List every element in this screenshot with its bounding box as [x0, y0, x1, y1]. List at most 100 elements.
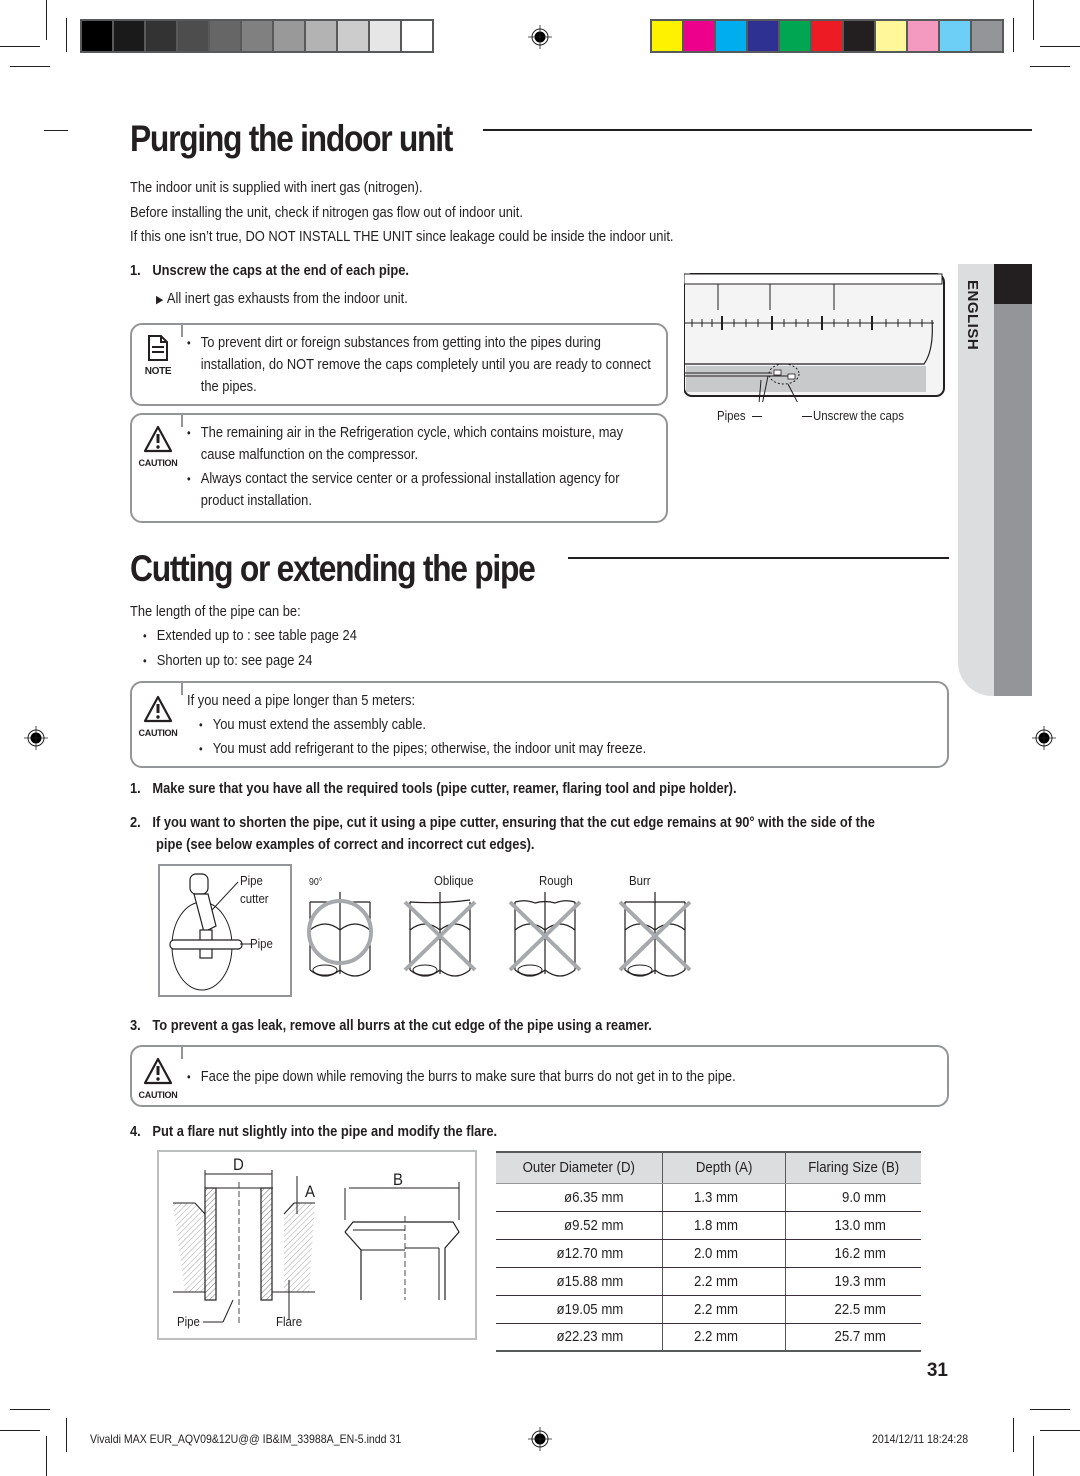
incorrect-cut-example — [403, 892, 477, 977]
section-title-purging: Purging the indoor unit — [130, 118, 453, 159]
caution-item: You must extend the assembly cable. — [199, 714, 646, 736]
flare-size-table: Outer Diameter (D) Depth (A) Flaring Siz… — [496, 1151, 921, 1352]
grayscale-swatch — [178, 21, 208, 51]
box-tick — [181, 1045, 183, 1059]
crop-mark — [0, 46, 40, 47]
table-cell: 2.2 mm — [661, 1295, 786, 1324]
crop-mark — [1013, 1418, 1014, 1452]
crop-mark — [66, 18, 67, 52]
table-cell: 2.0 mm — [661, 1239, 786, 1268]
table-cell: 25.7 mm — [785, 1323, 921, 1352]
caution-label: CAUTION — [138, 1090, 178, 1100]
crop-mark — [1033, 1436, 1034, 1476]
table-row: ø15.88 mm 2.2 mm 19.3 mm — [496, 1267, 921, 1296]
color-swatch — [940, 21, 970, 51]
step-text: Make sure that you have all the required… — [152, 780, 737, 797]
title-rule — [483, 129, 1032, 131]
crop-mark — [10, 1409, 50, 1410]
caution-item: Face the pipe down while removing the bu… — [187, 1066, 736, 1088]
step-number: 2. — [130, 814, 141, 831]
angle-label: 90° — [309, 877, 323, 888]
grayscale-swatch — [274, 21, 304, 51]
table-cell: ø6.35 mm — [496, 1183, 663, 1212]
caution-box-long-pipe: CAUTION If you need a pipe longer than 5… — [130, 681, 949, 768]
indoor-unit-illustration — [684, 273, 945, 402]
color-swatch — [748, 21, 778, 51]
caution-icon-group: CAUTION — [138, 695, 178, 738]
note-item: To prevent dirt or foreign substances fr… — [187, 332, 651, 398]
dimension-b-label: B — [393, 1170, 403, 1189]
caution-item: You must add refrigerant to the pipes; o… — [199, 738, 646, 760]
step-text: To prevent a gas leak, remove all burrs … — [152, 1017, 652, 1034]
title-rule — [568, 557, 949, 559]
correct-cut-example — [307, 892, 373, 977]
intro-line: If this one isn’t true, DO NOT INSTALL T… — [130, 228, 674, 245]
table-cell: 13.0 mm — [785, 1211, 921, 1240]
caution-box-burrs: CAUTION Face the pipe down while removin… — [130, 1045, 949, 1107]
table-row: ø22.23 mm 2.2 mm 25.7 mm — [496, 1323, 921, 1352]
flare-label: Flare — [276, 1314, 303, 1329]
length-item: Extended up to : see table page 24 — [143, 625, 357, 647]
crop-mark — [46, 1436, 47, 1476]
step-4-flare: 4. Put a flare nut slightly into the pipe… — [130, 1120, 497, 1144]
pipes-leader — [752, 416, 762, 417]
note-box: NOTE To prevent dirt or foreign substanc… — [130, 323, 668, 406]
box-tick — [181, 681, 183, 695]
column-header: Outer Diameter (D) — [496, 1151, 663, 1184]
box-tick — [181, 323, 183, 337]
pipe-cutter-illustration — [169, 873, 252, 991]
warning-triangle-icon — [143, 425, 173, 453]
grayscale-swatch — [114, 21, 144, 51]
table-row: ø9.52 mm 1.8 mm 13.0 mm — [496, 1211, 921, 1240]
side-tab-dark-block — [994, 264, 1032, 304]
step-text: If you want to shorten the pipe, cut it … — [152, 814, 875, 831]
cut-example-label: Oblique — [434, 873, 474, 888]
color-swatch — [908, 21, 938, 51]
warning-triangle-icon — [143, 1057, 173, 1085]
intro-line: Before installing the unit, check if nit… — [130, 204, 523, 221]
table-cell: 9.0 mm — [785, 1183, 921, 1212]
language-label: ENGLISH — [964, 280, 981, 351]
step-text: Put a flare nut slightly into the pipe a… — [152, 1123, 498, 1140]
crop-mark — [1033, 0, 1034, 40]
warning-triangle-icon — [143, 695, 173, 723]
grayscale-swatch — [306, 21, 336, 51]
language-side-tab: ENGLISH — [958, 264, 1032, 696]
caution-icon-group: CAUTION — [138, 1057, 178, 1100]
crop-mark — [1030, 1409, 1070, 1410]
table-cell: ø12.70 mm — [496, 1239, 663, 1268]
step-1-unscrew: 1. Unscrew the caps at the end of each pi… — [130, 259, 409, 283]
crop-mark — [0, 1430, 40, 1431]
length-intro: The length of the pipe can be: — [130, 603, 301, 620]
crop-mark — [1040, 46, 1080, 47]
crop-mark — [1040, 1430, 1080, 1431]
registration-mark-icon — [528, 1427, 552, 1451]
color-swatch — [844, 21, 874, 51]
pipe-label: Pipe — [177, 1314, 200, 1329]
step-number: 4. — [130, 1123, 141, 1140]
registration-mark-icon — [528, 25, 552, 49]
color-swatch — [684, 21, 714, 51]
pipe-cutter-figure — [158, 864, 292, 997]
crop-mark — [10, 66, 50, 67]
step-2-shorten-cont: pipe (see below examples of correct and … — [156, 836, 535, 853]
grayscale-swatch — [210, 21, 240, 51]
caution-box: CAUTION The remaining air in the Refrige… — [130, 413, 668, 523]
caution-list: If you need a pipe longer than 5 meters:… — [187, 690, 646, 760]
table-cell: 22.5 mm — [785, 1295, 921, 1324]
incorrect-cut-example — [508, 892, 582, 977]
grayscale-swatch — [82, 21, 112, 51]
length-item: Shorten up to: see page 24 — [143, 650, 357, 672]
note-document-icon — [148, 335, 168, 361]
color-swatch — [780, 21, 810, 51]
flare-figure — [157, 1150, 477, 1340]
pipe-cutter-label: cutter — [240, 891, 269, 906]
incorrect-cut-example — [618, 892, 692, 977]
table-cell: 2.2 mm — [661, 1323, 786, 1352]
step-1-result: ▶ All inert gas exhausts from the indoor… — [156, 287, 408, 312]
table-row: ø12.70 mm 2.0 mm 16.2 mm — [496, 1239, 921, 1268]
box-tick — [181, 413, 183, 427]
color-swatch — [716, 21, 746, 51]
intro-line: The indoor unit is supplied with inert g… — [130, 179, 423, 196]
caution-item: Always contact the service center or a p… — [187, 468, 651, 512]
